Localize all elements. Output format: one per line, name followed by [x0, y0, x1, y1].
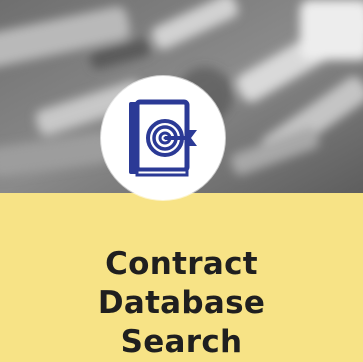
icon-badge	[101, 76, 225, 200]
tile-title: Contract Database Search	[0, 245, 363, 362]
book-target-icon	[129, 99, 197, 177]
tile-title-line-3: Search	[120, 324, 243, 360]
tile-title-line-1: Contract	[105, 246, 258, 282]
contract-database-search-tile[interactable]: Contract Database Search	[0, 0, 363, 362]
tile-title-line-2: Database	[97, 285, 266, 321]
